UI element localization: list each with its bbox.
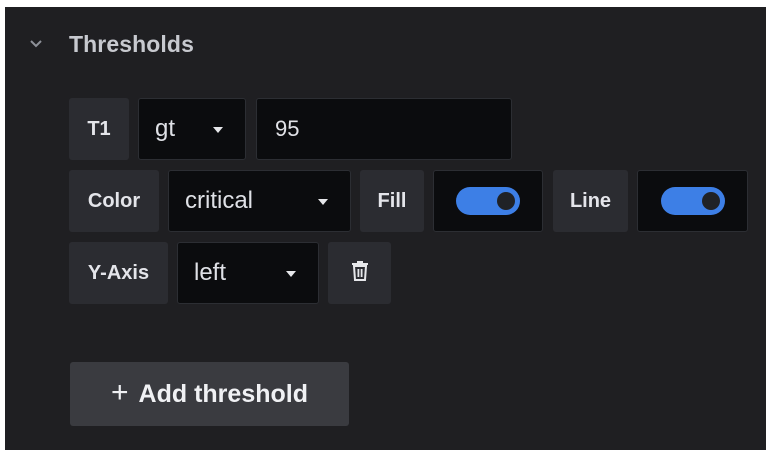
fill-label: Fill <box>360 170 424 232</box>
caret-down-icon <box>213 127 223 133</box>
add-threshold-label: Add threshold <box>138 379 308 408</box>
trash-icon <box>351 260 369 287</box>
threshold-name-label: T1 <box>69 98 129 160</box>
plus-icon: + <box>111 375 129 409</box>
color-select[interactable]: critical <box>168 170 351 232</box>
line-toggle[interactable] <box>637 170 748 232</box>
section-title: Thresholds <box>69 30 194 57</box>
operator-select[interactable]: gt <box>138 98 246 160</box>
line-label: Line <box>553 170 628 232</box>
operator-value: gt <box>155 115 176 142</box>
thresholds-section-header[interactable]: Thresholds <box>27 27 194 61</box>
add-threshold-button[interactable]: + Add threshold <box>70 362 349 426</box>
threshold-panel: Thresholds T1 gt 95 Color critical Fill … <box>5 7 766 450</box>
fill-toggle[interactable] <box>433 170 543 232</box>
switch-knob <box>701 192 720 210</box>
color-value: critical <box>185 187 254 214</box>
yaxis-label: Y-Axis <box>69 242 168 304</box>
delete-threshold-button[interactable] <box>328 242 391 304</box>
threshold-value-input[interactable]: 95 <box>256 98 512 160</box>
yaxis-select[interactable]: left <box>177 242 319 304</box>
chevron-down-icon[interactable] <box>27 35 45 53</box>
fill-switch[interactable] <box>456 187 520 215</box>
caret-down-icon <box>318 199 328 205</box>
yaxis-value: left <box>194 259 227 286</box>
switch-knob <box>497 192 515 210</box>
caret-down-icon <box>286 271 296 277</box>
color-label: Color <box>69 170 159 232</box>
threshold-value: 95 <box>275 116 300 141</box>
line-switch[interactable] <box>660 187 725 215</box>
